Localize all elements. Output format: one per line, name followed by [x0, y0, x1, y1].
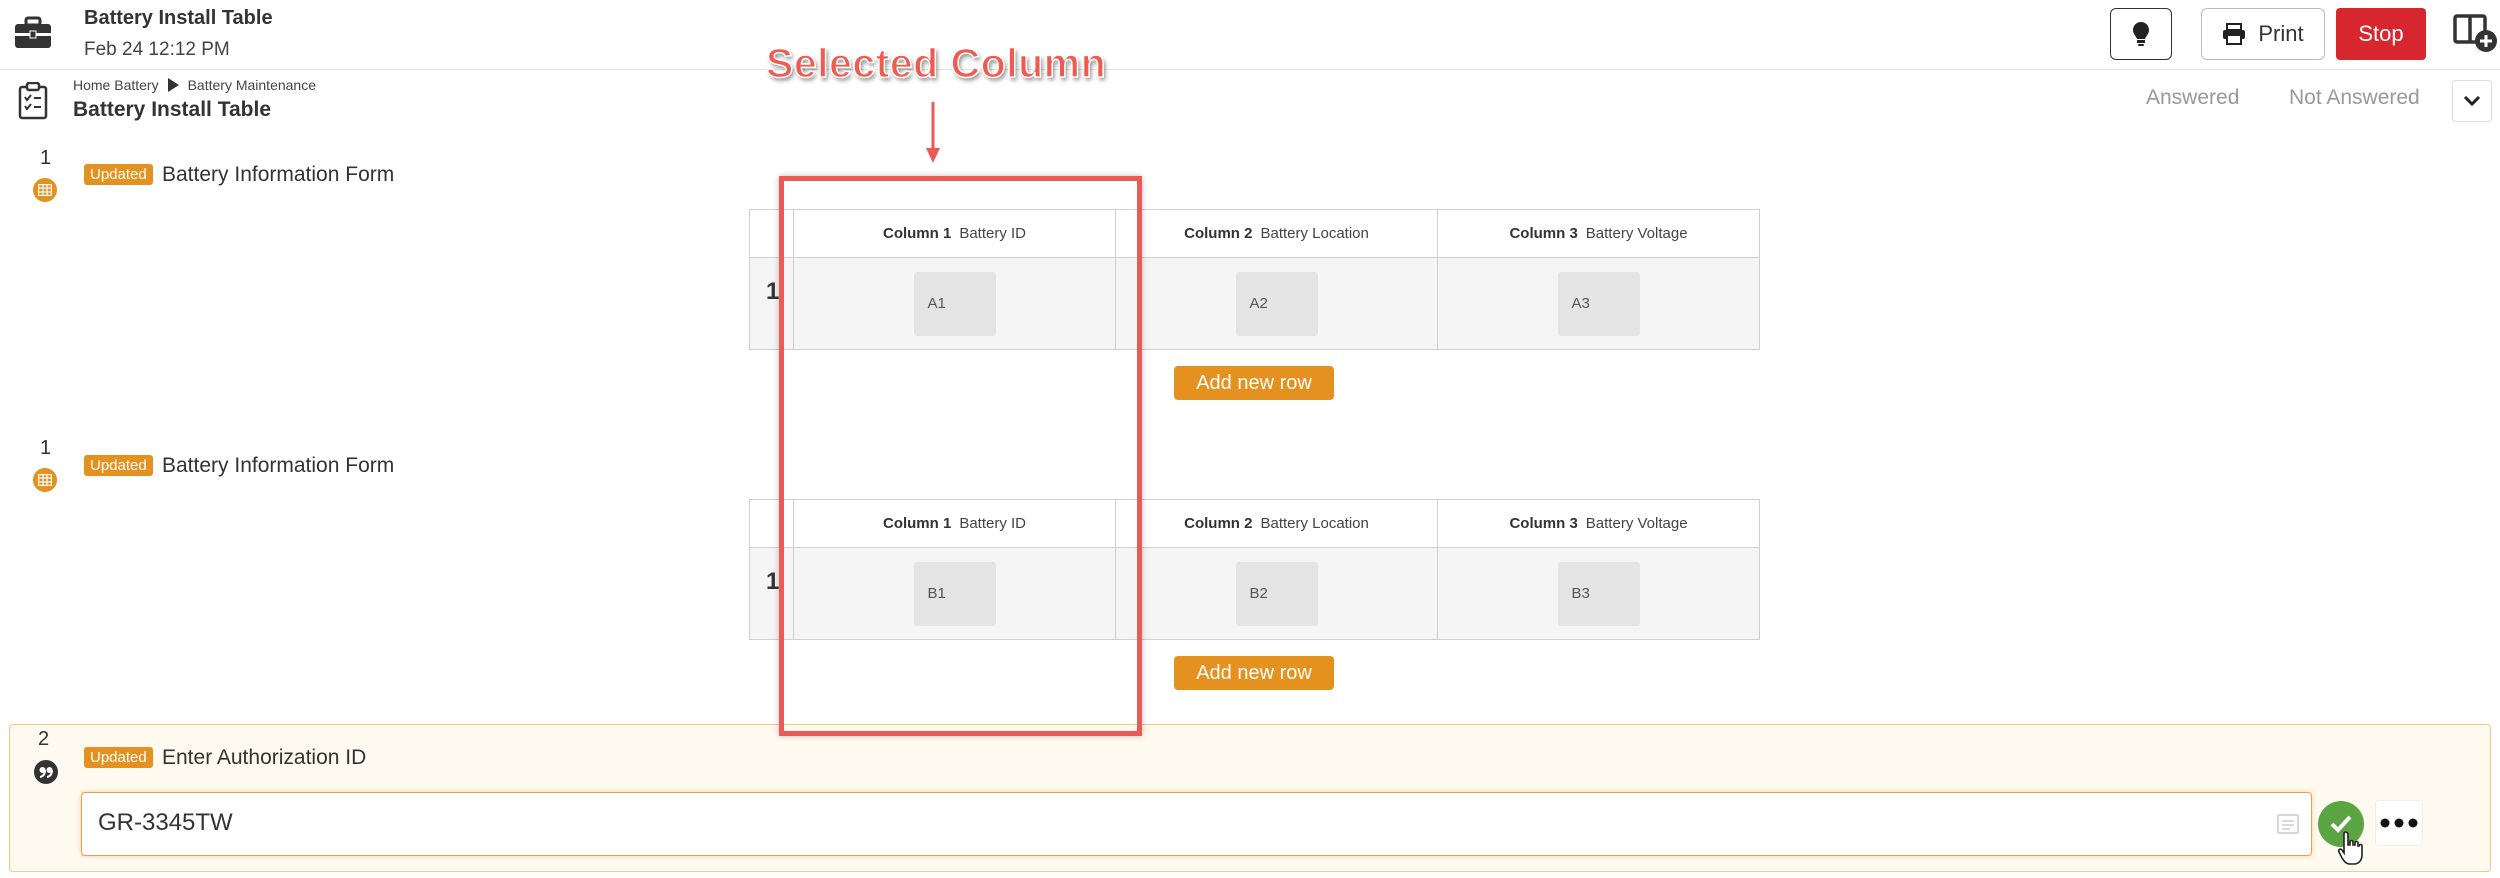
selected-column-highlight — [779, 176, 1142, 736]
printer-icon — [2223, 23, 2246, 45]
table-cell: A2 — [1115, 257, 1438, 350]
cell-input[interactable]: A2 — [1235, 271, 1318, 336]
breadcrumb-arrow-icon — [167, 78, 179, 92]
status-badge: Updated — [84, 747, 153, 768]
add-new-row-button[interactable]: Add new row — [1174, 656, 1334, 690]
filter-not-answered[interactable]: Not Answered — [2289, 86, 2420, 110]
notes-icon[interactable] — [2277, 814, 2299, 834]
stop-button[interactable]: Stop — [2336, 8, 2426, 60]
table-cell: B3 — [1437, 547, 1760, 640]
question-number: 2 — [38, 728, 50, 750]
timestamp: Feb 24 12:12 PM — [84, 39, 230, 60]
print-label: Print — [2258, 21, 2304, 46]
briefcase-icon[interactable] — [14, 16, 52, 50]
form-title: Battery Install Table — [73, 98, 272, 121]
table-cell: A3 — [1437, 257, 1760, 350]
question-title: Battery Information Form — [162, 163, 395, 186]
top-bar: Battery Install Table Feb 24 12:12 PM Pr… — [0, 0, 2500, 70]
breadcrumb: Home Battery Battery Maintenance — [73, 77, 316, 93]
quote-icon — [34, 760, 58, 784]
table-cell: B2 — [1115, 547, 1438, 640]
add-new-row-button[interactable]: Add new row — [1174, 366, 1334, 400]
annotation-label: Selected Column — [765, 39, 1107, 87]
status-badge: Updated — [84, 164, 153, 185]
arrow-down-icon — [926, 102, 940, 163]
table-icon — [33, 468, 57, 492]
print-button[interactable]: Print — [2201, 8, 2325, 60]
lightbulb-icon — [2133, 22, 2149, 46]
app-title: Battery Install Table — [84, 7, 273, 29]
status-badge: Updated — [84, 455, 153, 476]
filter-answered[interactable]: Answered — [2146, 86, 2239, 110]
authorization-input[interactable] — [98, 793, 2248, 853]
more-dots-icon — [2380, 818, 2418, 828]
column-header[interactable]: Column 3 Battery Voltage — [1437, 209, 1760, 258]
question-title: Enter Authorization ID — [162, 746, 367, 769]
more-options-button[interactable] — [2375, 800, 2423, 846]
table-icon — [33, 178, 57, 202]
question-number: 1 — [40, 437, 52, 459]
authorization-field — [81, 792, 2312, 856]
breadcrumb-item[interactable]: Home Battery — [73, 77, 159, 93]
checklist-icon — [18, 82, 48, 120]
question-title: Battery Information Form — [162, 454, 395, 477]
column-header[interactable]: Column 2 Battery Location — [1115, 209, 1438, 258]
cell-input[interactable]: B3 — [1557, 561, 1640, 626]
chevron-down-icon — [2463, 95, 2481, 107]
cell-input[interactable]: B2 — [1235, 561, 1318, 626]
add-panel-icon[interactable] — [2453, 12, 2499, 54]
breadcrumb-item[interactable]: Battery Maintenance — [188, 77, 316, 93]
question-number: 1 — [40, 147, 52, 169]
column-header[interactable]: Column 2 Battery Location — [1115, 499, 1438, 548]
collapse-button[interactable] — [2452, 80, 2492, 122]
hint-button[interactable] — [2110, 8, 2172, 60]
column-header[interactable]: Column 3 Battery Voltage — [1437, 499, 1760, 548]
cell-input[interactable]: A3 — [1557, 271, 1640, 336]
hand-cursor-icon — [2337, 831, 2363, 865]
